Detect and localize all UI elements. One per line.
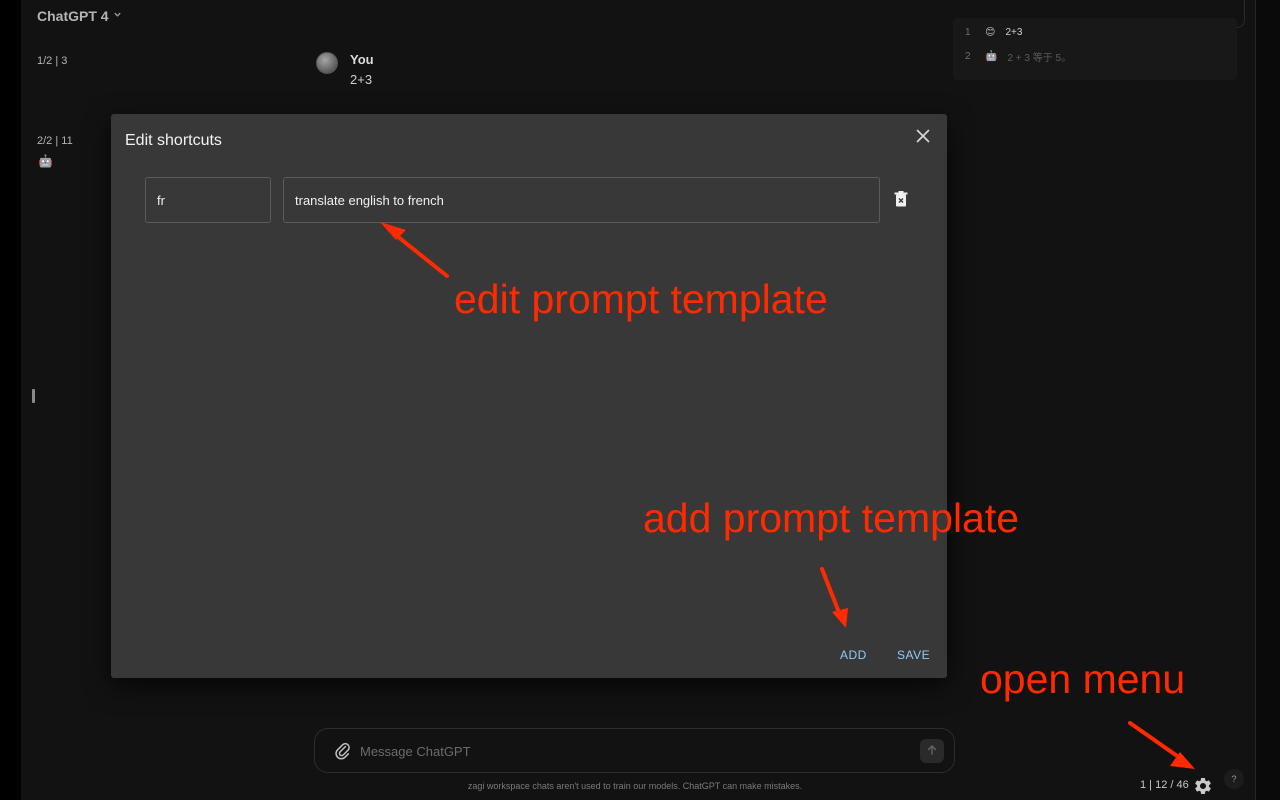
- outline-item-number: 1: [965, 27, 971, 38]
- edit-shortcuts-dialog: Edit shortcuts ADD SAVE: [111, 114, 947, 678]
- disclaimer-text: zagi workspace chats aren't used to trai…: [467, 781, 803, 791]
- message-input[interactable]: [360, 737, 910, 765]
- message-composer: [314, 728, 955, 773]
- chevron-down-icon: [113, 10, 122, 22]
- help-icon: ?: [1231, 774, 1237, 784]
- annotation-edit: edit prompt template: [454, 276, 828, 322]
- outline-item[interactable]: 1 😊 2+3: [965, 27, 1022, 38]
- help-button[interactable]: ?: [1224, 769, 1244, 789]
- shortcut-key-input[interactable]: [145, 177, 271, 223]
- message-index: 2/2 | 11: [37, 135, 73, 147]
- message-text: 2+3: [350, 72, 373, 87]
- delete-shortcut-button[interactable]: [891, 190, 911, 212]
- send-button[interactable]: [920, 739, 944, 763]
- annotation-add: add prompt template: [643, 495, 1020, 541]
- user-message: You 2+3: [316, 52, 374, 87]
- avatar: [316, 52, 338, 74]
- message-index: 1/2 | 3: [37, 55, 68, 67]
- add-button[interactable]: ADD: [840, 648, 867, 662]
- annotation-menu: open menu: [980, 656, 1186, 702]
- smile-icon: 😊: [985, 27, 996, 38]
- paperclip-icon[interactable]: [333, 741, 353, 761]
- model-selector[interactable]: ChatGPT 4: [37, 8, 122, 24]
- gear-icon[interactable]: [1193, 776, 1213, 796]
- model-label: ChatGPT 4: [37, 8, 109, 24]
- trash-icon: [894, 190, 908, 212]
- robot-icon: 🤖: [985, 51, 998, 62]
- scroll-marker[interactable]: [32, 389, 35, 403]
- outline-item-text: 2+3: [1005, 27, 1023, 38]
- right-edge: [1255, 0, 1280, 800]
- prompt-template-input[interactable]: [283, 177, 880, 223]
- arrow-up-icon: [926, 744, 938, 759]
- save-button[interactable]: SAVE: [897, 648, 930, 662]
- outline-item-number: 2: [965, 51, 971, 62]
- close-icon: [916, 129, 930, 148]
- conversation-outline: 1 😊 2+3 2 🤖 2 + 3 等于 5。: [953, 18, 1237, 80]
- outline-item[interactable]: 2 🤖 2 + 3 等于 5。: [965, 49, 1071, 64]
- close-button[interactable]: [912, 127, 934, 149]
- message-author: You: [350, 52, 374, 67]
- outline-item-text: 2 + 3 等于 5。: [1007, 53, 1072, 64]
- left-edge: [0, 0, 21, 800]
- message-counter: 1 | 12 / 46: [1140, 779, 1189, 791]
- robot-icon: 🤖: [38, 154, 53, 168]
- dialog-title: Edit shortcuts: [125, 132, 222, 149]
- disclaimer: zagi workspace chats aren't used to trai…: [0, 781, 1270, 791]
